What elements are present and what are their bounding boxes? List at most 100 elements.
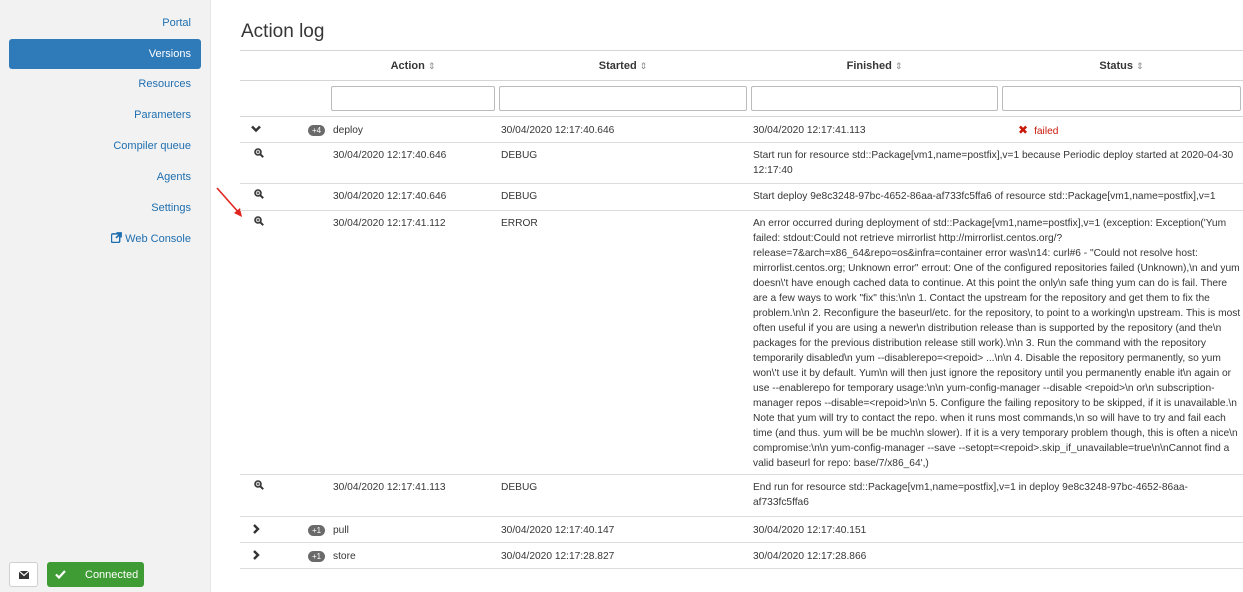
zoom-in-icon[interactable] — [254, 189, 264, 199]
filter-finished-input[interactable] — [751, 86, 998, 111]
sidebar-nav: Portal Versions Resources Parameters Com… — [0, 0, 210, 255]
sidebar-item-resources[interactable]: Resources — [9, 69, 201, 100]
sidebar-item-parameters[interactable]: Parameters — [9, 100, 201, 131]
sidebar: Portal Versions Resources Parameters Com… — [0, 0, 211, 592]
log-level: DEBUG — [497, 183, 749, 211]
count-cell: +4 — [288, 116, 329, 143]
log-row: 30/04/2020 12:17:41.113 DEBUG End run fo… — [240, 474, 1243, 517]
expand-cell — [240, 542, 288, 569]
error-x-icon: ✖ — [1018, 123, 1029, 137]
log-message: End run for resource std::Package[vm1,na… — [749, 474, 1243, 517]
count-badge: +4 — [308, 125, 326, 136]
notifications-button[interactable] — [9, 562, 38, 587]
action-cell: deploy — [329, 116, 497, 143]
expand-cell — [240, 516, 288, 543]
status-badge: ✖ failed — [1018, 123, 1059, 137]
chevron-right-icon[interactable] — [250, 549, 262, 561]
log-row: 30/04/2020 12:17:40.646 DEBUG Start run … — [240, 142, 1243, 184]
sidebar-item-versions[interactable]: Versions — [9, 39, 201, 69]
log-spacer — [288, 183, 329, 211]
status-cell — [1000, 516, 1243, 543]
external-link-icon — [111, 232, 123, 243]
log-message: Start run for resource std::Package[vm1,… — [749, 142, 1243, 184]
log-level: DEBUG — [497, 142, 749, 184]
zoom-in-icon[interactable] — [254, 148, 264, 158]
header-finished-label: Finished — [846, 59, 892, 72]
filter-action-cell — [329, 80, 497, 117]
envelope-icon — [18, 570, 29, 579]
sidebar-item-settings[interactable]: Settings — [9, 193, 201, 224]
finished-cell: 30/04/2020 12:17:28.866 — [749, 542, 1000, 569]
log-message: Start deploy 9e8c3248-97bc-4652-86aa-af7… — [749, 183, 1243, 211]
zoom-in-icon[interactable] — [254, 480, 264, 490]
zoom-cell — [240, 474, 288, 517]
log-spacer — [288, 210, 329, 475]
sidebar-item-web-console[interactable]: Web Console — [9, 224, 201, 255]
sort-icon: ⇕ — [894, 60, 903, 71]
log-spacer — [288, 142, 329, 184]
header-status-label: Status — [1099, 59, 1134, 72]
log-time: 30/04/2020 12:17:40.646 — [329, 183, 497, 211]
count-cell: +1 — [288, 542, 329, 569]
finished-cell: 30/04/2020 12:17:41.113 — [749, 116, 1000, 143]
action-log-table: Action ⇕ Started ⇕ Finished ⇕ Status ⇕ +4 — [240, 50, 1243, 569]
web-console-label: Web Console — [125, 233, 191, 245]
header-expand — [240, 50, 288, 81]
sidebar-item-compiler-queue[interactable]: Compiler queue — [9, 131, 201, 162]
action-cell: pull — [329, 516, 497, 543]
header-action-label: Action — [390, 59, 425, 72]
log-level: ERROR — [497, 210, 749, 475]
started-cell: 30/04/2020 12:17:40.147 — [497, 516, 749, 543]
action-cell: store — [329, 542, 497, 569]
check-icon — [47, 570, 73, 579]
count-cell: +1 — [288, 516, 329, 543]
sort-icon: ⇕ — [639, 60, 648, 71]
log-time: 30/04/2020 12:17:41.113 — [329, 474, 497, 517]
count-badge: +1 — [308, 551, 326, 562]
table-row-group-deploy[interactable]: +4 deploy 30/04/2020 12:17:40.646 30/04/… — [240, 116, 1243, 143]
log-time: 30/04/2020 12:17:41.112 — [329, 210, 497, 475]
started-cell: 30/04/2020 12:17:28.827 — [497, 542, 749, 569]
filter-spacer — [288, 80, 329, 117]
header-finished[interactable]: Finished ⇕ — [749, 50, 1000, 81]
status-cell — [1000, 542, 1243, 569]
sidebar-item-portal[interactable]: Portal — [9, 8, 201, 39]
filter-action-input[interactable] — [331, 86, 495, 111]
table-row-group-store[interactable]: +1 store 30/04/2020 12:17:28.827 30/04/2… — [240, 542, 1243, 569]
connection-status-label: Connected — [85, 568, 139, 581]
zoom-cell — [240, 183, 288, 211]
zoom-cell — [240, 142, 288, 184]
header-action[interactable]: Action ⇕ — [329, 50, 497, 81]
expand-cell — [240, 116, 288, 143]
table-header-row: Action ⇕ Started ⇕ Finished ⇕ Status ⇕ — [240, 50, 1243, 81]
finished-cell: 30/04/2020 12:17:40.151 — [749, 516, 1000, 543]
filter-finished-cell — [749, 80, 1000, 117]
sidebar-footer: Connected — [9, 562, 144, 587]
status-label: failed — [1034, 126, 1059, 137]
filter-status-cell — [1000, 80, 1243, 117]
count-badge: +1 — [308, 525, 326, 536]
connection-status[interactable]: Connected — [47, 562, 144, 587]
header-started-label: Started — [598, 59, 637, 72]
page-title: Action log — [241, 21, 325, 42]
sidebar-item-agents[interactable]: Agents — [9, 162, 201, 193]
chevron-right-icon[interactable] — [250, 523, 262, 535]
zoom-in-icon[interactable] — [254, 216, 264, 226]
log-time: 30/04/2020 12:17:40.646 — [329, 142, 497, 184]
table-row-group-pull[interactable]: +1 pull 30/04/2020 12:17:40.147 30/04/20… — [240, 516, 1243, 543]
header-status[interactable]: Status ⇕ — [1000, 50, 1243, 81]
sort-icon: ⇕ — [1136, 60, 1144, 71]
filter-started-input[interactable] — [499, 86, 747, 111]
filter-started-cell — [497, 80, 749, 117]
log-row: 30/04/2020 12:17:40.646 DEBUG Start depl… — [240, 183, 1243, 211]
status-cell: ✖ failed — [1000, 116, 1243, 143]
started-cell: 30/04/2020 12:17:40.646 — [497, 116, 749, 143]
log-row: 30/04/2020 12:17:41.112 ERROR An error o… — [240, 210, 1243, 475]
chevron-down-icon[interactable] — [250, 123, 262, 135]
filter-spacer — [240, 80, 288, 117]
sort-icon: ⇕ — [427, 60, 436, 71]
header-started[interactable]: Started ⇕ — [497, 50, 749, 81]
filter-status-input[interactable] — [1002, 86, 1241, 111]
log-level: DEBUG — [497, 474, 749, 517]
filter-row — [240, 80, 1243, 117]
